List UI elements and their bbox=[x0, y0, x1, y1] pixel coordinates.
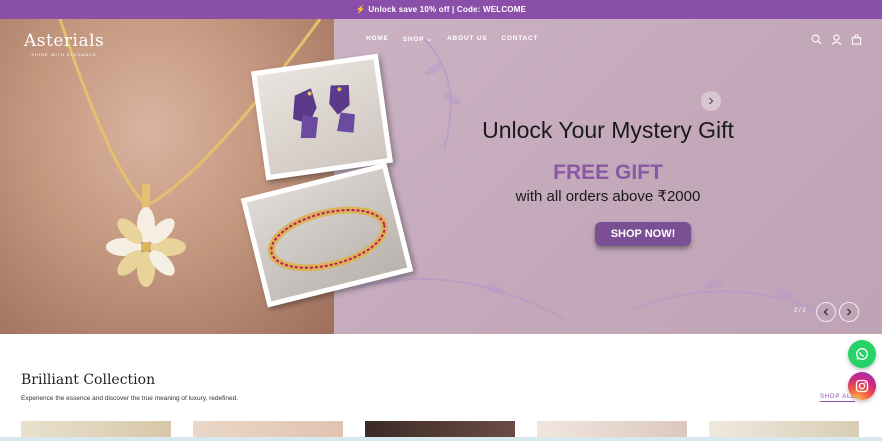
chevron-right-icon bbox=[847, 308, 852, 316]
nav-item-contact[interactable]: CONTACT bbox=[501, 35, 538, 43]
whatsapp-icon bbox=[856, 348, 868, 360]
slide-counter: 2 / 2 bbox=[794, 308, 806, 314]
main-nav: HOME SHOP ⌄ ABOUT US CONTACT bbox=[366, 35, 538, 43]
hero-title: Unlock Your Mystery Gift bbox=[482, 117, 734, 143]
brand-name: Asterials bbox=[24, 31, 105, 51]
account-icon[interactable] bbox=[831, 34, 842, 45]
nav-item-shop[interactable]: SHOP ⌄ bbox=[403, 35, 433, 43]
cart-icon[interactable] bbox=[851, 34, 862, 45]
header-icons bbox=[811, 34, 862, 45]
section-title: Brilliant Collection bbox=[21, 372, 156, 388]
chevron-left-icon bbox=[823, 308, 828, 316]
search-icon[interactable] bbox=[811, 34, 822, 45]
hero-banner: Asterials SHINE WITH ELEGANCE HOME SHOP … bbox=[0, 19, 882, 334]
bottom-strip bbox=[0, 437, 882, 441]
instagram-icon bbox=[855, 379, 869, 393]
section-description: Experience the essence and discover the … bbox=[21, 395, 239, 402]
shop-all-link[interactable]: SHOP ALL bbox=[820, 394, 856, 402]
shop-now-button[interactable]: SHOP NOW! bbox=[595, 222, 691, 246]
brand-logo[interactable]: Asterials SHINE WITH ELEGANCE bbox=[24, 31, 104, 57]
whatsapp-button[interactable] bbox=[848, 340, 876, 368]
hero-highlight: FREE GIFT bbox=[553, 161, 663, 184]
nav-item-about-us[interactable]: ABOUT US bbox=[447, 35, 487, 43]
slide-next-arrow-top[interactable] bbox=[701, 91, 721, 111]
hero-subtitle: with all orders above ₹2000 bbox=[515, 188, 701, 205]
announcement-bar: ⚡ Unlock save 10% off | Code: WELCOME bbox=[0, 0, 882, 19]
slide-prev-button[interactable] bbox=[816, 302, 836, 322]
nav-item-home[interactable]: HOME bbox=[366, 35, 389, 43]
slide-next-button[interactable] bbox=[839, 302, 859, 322]
announcement-text: ⚡ Unlock save 10% off | Code: WELCOME bbox=[355, 5, 527, 14]
brand-tagline: SHINE WITH ELEGANCE bbox=[31, 52, 97, 57]
instagram-button[interactable] bbox=[848, 372, 876, 400]
chevron-right-icon bbox=[709, 97, 714, 105]
